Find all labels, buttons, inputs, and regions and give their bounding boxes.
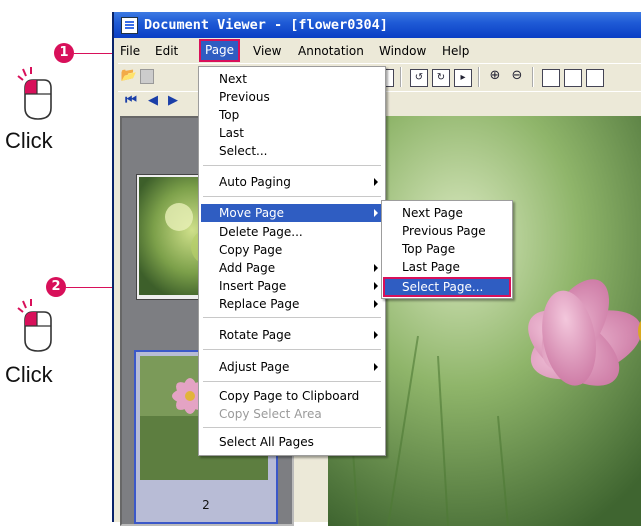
single-page-icon[interactable] <box>542 69 560 87</box>
menu-file[interactable]: File <box>120 43 140 59</box>
menu-item-auto-paging[interactable]: Auto Paging <box>201 173 383 191</box>
menu-item-select[interactable]: Select... <box>201 142 383 160</box>
submenu-arrow-icon <box>374 282 378 290</box>
click-label-2: Click <box>5 362 53 387</box>
menu-item-rotate-page[interactable]: Rotate Page <box>201 326 383 344</box>
menu-item-delete-page[interactable]: Delete Page... <box>201 223 383 241</box>
menu-item-next[interactable]: Next <box>201 70 383 88</box>
rotate-left-icon[interactable]: ↺ <box>410 69 428 87</box>
submenu-item-top-page[interactable]: Top Page <box>384 240 510 258</box>
menu-window[interactable]: Window <box>379 43 426 59</box>
menu-item-copy-page-to-clipboard[interactable]: Copy Page to Clipboard <box>201 387 383 405</box>
submenu-item-next-page[interactable]: Next Page <box>384 204 510 222</box>
submenu-arrow-icon <box>374 178 378 186</box>
menu-page[interactable]: Page <box>198 39 241 62</box>
menu-separator <box>203 317 381 318</box>
app-document-icon <box>121 17 138 34</box>
submenu-arrow-icon <box>374 363 378 371</box>
click-label-1: Click <box>5 128 53 153</box>
menu-item-label: Replace Page <box>219 297 300 311</box>
menu-item-copy-select-area: Copy Select Area <box>219 407 322 421</box>
open-folder-icon[interactable]: 📂 <box>120 68 138 86</box>
menu-separator <box>203 427 381 428</box>
submenu-item-select-page[interactable]: Select Page... <box>383 277 511 297</box>
submenu-arrow-icon <box>374 331 378 339</box>
title-bar[interactable]: Document Viewer - [flower0304] <box>114 12 641 38</box>
previous-page-icon[interactable]: ◀ <box>144 93 162 111</box>
step-2-marker: 2 <box>46 277 66 297</box>
two-page-icon[interactable] <box>564 69 582 87</box>
zoom-out-icon[interactable]: ⊖ <box>508 68 526 86</box>
mouse-left-click-icon <box>17 67 52 120</box>
page-menu: Next Previous Top Last Select... Auto Pa… <box>198 66 386 456</box>
rotate-right-icon[interactable]: ↻ <box>432 69 450 87</box>
submenu-item-last-page[interactable]: Last Page <box>384 258 510 276</box>
zoom-in-icon[interactable]: ⊕ <box>486 68 504 86</box>
menu-item-last[interactable]: Last <box>201 124 383 142</box>
menu-item-label: Auto Paging <box>219 175 291 189</box>
menu-item-label: Adjust Page <box>219 360 290 374</box>
menu-separator <box>203 165 381 166</box>
submenu-item-previous-page[interactable]: Previous Page <box>384 222 510 240</box>
menu-item-add-page[interactable]: Add Page <box>201 259 383 277</box>
menu-view[interactable]: View <box>253 43 281 59</box>
mouse-left-click-icon <box>17 299 52 352</box>
first-page-icon[interactable]: ⏮ <box>122 93 140 111</box>
menu-item-top[interactable]: Top <box>201 106 383 124</box>
menu-edit[interactable]: Edit <box>155 43 178 59</box>
menu-item-label: Rotate Page <box>219 328 292 342</box>
next-page-icon[interactable]: ▶ <box>164 93 182 111</box>
submenu-arrow-icon <box>374 264 378 272</box>
menu-help[interactable]: Help <box>442 43 469 59</box>
menu-item-select-all-pages[interactable]: Select All Pages <box>201 433 383 451</box>
menu-item-copy-page[interactable]: Copy Page <box>201 241 383 259</box>
thumbnail-page-number: 2 <box>202 498 210 512</box>
menu-item-replace-page[interactable]: Replace Page <box>201 295 383 313</box>
menu-item-label: Move Page <box>219 206 285 220</box>
menu-item-previous[interactable]: Previous <box>201 88 383 106</box>
menu-item-insert-page[interactable]: Insert Page <box>201 277 383 295</box>
menu-item-label: Insert Page <box>219 279 287 293</box>
menu-item-move-page[interactable]: Move Page <box>201 204 383 222</box>
menu-item-label: Add Page <box>219 261 276 275</box>
menu-annotation[interactable]: Annotation <box>298 43 364 59</box>
save-icon[interactable] <box>140 69 154 84</box>
submenu-arrow-icon <box>374 209 378 217</box>
menu-bar: File Edit Page View Annotation Window He… <box>114 39 641 62</box>
menu-separator <box>203 196 381 197</box>
window-title: Document Viewer - [flower0304] <box>144 17 388 33</box>
submenu-arrow-icon <box>374 300 378 308</box>
move-page-submenu: Next Page Previous Page Top Page Last Pa… <box>381 200 513 299</box>
step-1-marker: 1 <box>54 43 74 63</box>
menu-separator <box>203 349 381 350</box>
continuous-page-icon[interactable] <box>586 69 604 87</box>
menu-item-adjust-page[interactable]: Adjust Page <box>201 358 383 376</box>
fit-page-icon[interactable]: ▸ <box>454 69 472 87</box>
menu-separator <box>203 381 381 382</box>
